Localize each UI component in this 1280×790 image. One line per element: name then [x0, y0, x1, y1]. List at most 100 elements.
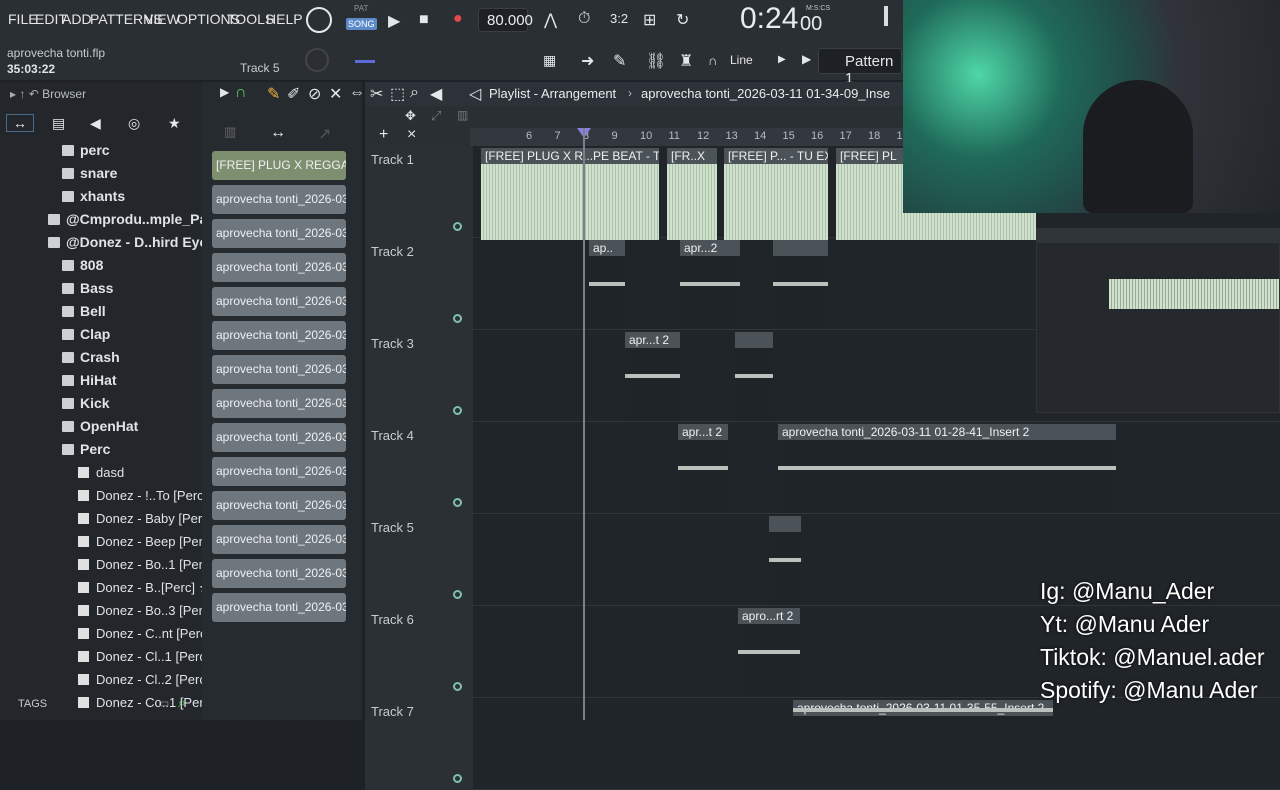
track-header[interactable]: Track 5	[365, 514, 473, 606]
link-icon[interactable]: ⛓	[646, 51, 666, 71]
audio-clip[interactable]: [FREE] PLUG X R...PE BEAT - TU EX	[481, 148, 659, 240]
wait-icon[interactable]: ⏱	[578, 10, 590, 28]
delete-tool-icon[interactable]: ⊘	[308, 84, 321, 104]
link-small-icon[interactable]: ⤢	[431, 108, 441, 124]
track-enable-icon[interactable]	[453, 498, 462, 507]
plugin-db-icon[interactable]: ◀	[90, 115, 101, 132]
piano-small-icon[interactable]: ▥	[457, 108, 468, 122]
browser-item[interactable]: 808	[62, 257, 103, 280]
browser-item[interactable]: Donez - Baby [Perc]	[78, 510, 212, 533]
tempo-display[interactable]: 80.000	[478, 8, 533, 32]
pitch-slider[interactable]	[355, 60, 375, 63]
menu-help[interactable]: HELP	[266, 11, 303, 27]
browser-item[interactable]: Kick	[62, 395, 110, 418]
browser-item[interactable]: dasd	[78, 464, 124, 487]
browser-item[interactable]: Donez - !..To [Perc]	[78, 487, 207, 510]
menu-view[interactable]: VIEW	[144, 11, 180, 27]
track-enable-icon[interactable]	[453, 222, 462, 231]
clip-source-item[interactable]: aprovecha tonti_2026-03..	[212, 457, 346, 486]
browser-item[interactable]: xhants	[62, 188, 125, 211]
audio-clip[interactable]	[735, 332, 773, 420]
favorites-icon[interactable]: ★	[168, 115, 181, 132]
audio-clip[interactable]: [FR..X	[667, 148, 717, 240]
slip-tool-icon[interactable]: ⇔	[349, 84, 365, 102]
audio-clip[interactable]: apr...t 2	[678, 424, 728, 512]
browser-item[interactable]: Bell	[62, 303, 106, 326]
brush-icon[interactable]: ✎	[613, 51, 626, 71]
track-header[interactable]: Track 3	[365, 330, 473, 422]
master-knob-icon[interactable]	[305, 48, 329, 72]
menu-add[interactable]: ADD	[62, 11, 92, 27]
clip-source-item[interactable]: aprovecha tonti_2026-03..	[212, 491, 346, 520]
audio-clip[interactable]	[773, 240, 828, 328]
playlist-arrow-icon[interactable]: ◁	[469, 84, 481, 104]
browser-item[interactable]: Crash	[62, 349, 120, 372]
arrow-icon[interactable]: ➜	[581, 51, 594, 71]
browser-item[interactable]: snare	[62, 165, 117, 188]
browser-item[interactable]: Donez - B..[Perc] ★	[78, 579, 210, 602]
clip-source-item[interactable]: aprovecha tonti_2026-03..	[212, 423, 346, 452]
add-track-icon[interactable]: +	[379, 126, 388, 144]
browser-item[interactable]: Bass	[62, 280, 113, 303]
audio-clip[interactable]	[769, 516, 801, 604]
time-display[interactable]: 0:24	[740, 2, 798, 36]
magnet-icon[interactable]: ∩	[708, 53, 717, 68]
play-icon[interactable]: ▶	[388, 11, 400, 31]
globe-icon[interactable]: ◎	[128, 115, 140, 132]
browser-item[interactable]: @Donez - D..hird Eye_	[48, 234, 215, 257]
pattern-selector[interactable]: Pattern 1	[818, 48, 902, 87]
all-files-icon[interactable]: ↔	[6, 114, 34, 132]
snap-magnet-icon[interactable]: ∩	[235, 84, 247, 102]
snap-value[interactable]: Line	[730, 53, 753, 67]
pattern-prev-icon[interactable]: ▶	[802, 52, 811, 66]
browser-item[interactable]: perc	[62, 142, 110, 165]
stop-icon[interactable]: ■	[419, 11, 429, 29]
playback-tool-icon[interactable]: ◀	[430, 84, 442, 104]
loop-record-icon[interactable]: ↻	[676, 10, 689, 30]
playlist-menu-icon[interactable]: ▶	[220, 85, 229, 99]
browser-item[interactable]: Perc	[62, 441, 110, 464]
browser-nav-icon[interactable]: ▸ ↑ ↶	[10, 87, 42, 101]
clip-source-item[interactable]: [FREE] PLUG X REGGA..	[212, 151, 346, 180]
track-enable-icon[interactable]	[453, 314, 462, 323]
draw-tool-icon[interactable]: ✎	[267, 84, 280, 104]
audio-clip-icon[interactable]: ↔	[270, 124, 286, 142]
menu-file[interactable]: FILE	[8, 11, 38, 27]
clip-source-item[interactable]: aprovecha tonti_2026-03..	[212, 593, 346, 622]
slice-tool-icon[interactable]: ✂	[370, 84, 383, 104]
browser-item[interactable]: Donez - Cl..1 [Perc]	[78, 648, 209, 671]
browser-item[interactable]: Donez - Co..1 [Perc]	[78, 694, 214, 717]
clip-source-item[interactable]: aprovecha tonti_2026-03..	[212, 389, 346, 418]
move-icon[interactable]: ✥	[405, 108, 416, 124]
audio-clip[interactable]: apr...t 2	[625, 332, 680, 420]
track-enable-icon[interactable]	[453, 590, 462, 599]
audio-clip[interactable]: ap..	[589, 240, 625, 328]
paint-tool-icon[interactable]: ✐	[287, 84, 300, 104]
audio-clip[interactable]: aprovecha tonti_2026-03-11 01-35-55_Inse…	[793, 700, 1053, 720]
search-icon[interactable]: ⌕	[178, 694, 186, 711]
automation-icon[interactable]: ↗	[318, 124, 331, 144]
record-icon[interactable]: ●	[453, 10, 463, 28]
audio-clip[interactable]: apr...2	[680, 240, 740, 328]
clip-source-item[interactable]: aprovecha tonti_2026-03..	[212, 525, 346, 554]
browser-item[interactable]: Donez - Beep [Perc]	[78, 533, 213, 556]
browser-item[interactable]: Clap	[62, 326, 110, 349]
main-knob-icon[interactable]	[306, 7, 332, 33]
clip-source-item[interactable]: aprovecha tonti_2026-03..	[212, 287, 346, 316]
clip-source-item[interactable]: aprovecha tonti_2026-03..	[212, 219, 346, 248]
folder-icon[interactable]: ▭	[158, 696, 169, 710]
clip-source-item[interactable]: aprovecha tonti_2026-03..	[212, 559, 346, 588]
documents-icon[interactable]: ▤	[52, 115, 65, 132]
countdown-icon[interactable]: 3:2	[610, 11, 628, 26]
audio-clip[interactable]: [FREE] P... - TU EX	[724, 148, 828, 240]
track-header[interactable]: Track 6	[365, 606, 473, 698]
track-header[interactable]: Track 2	[365, 238, 473, 330]
select-tool-icon[interactable]: ⬚	[390, 84, 405, 104]
track-header[interactable]: Track 1	[365, 146, 473, 238]
browser-item[interactable]: Donez - Bo..3 [Perc]	[78, 602, 213, 625]
plugin-icon[interactable]: ♜	[679, 51, 693, 71]
browser-item[interactable]: Donez - C..nt [Perc]	[78, 625, 210, 648]
pat-song-toggle[interactable]: PAT SONG	[346, 4, 377, 36]
browser-item[interactable]: Donez - Bo..1 [Perc]	[78, 556, 213, 579]
browser-item[interactable]: OpenHat	[62, 418, 138, 441]
